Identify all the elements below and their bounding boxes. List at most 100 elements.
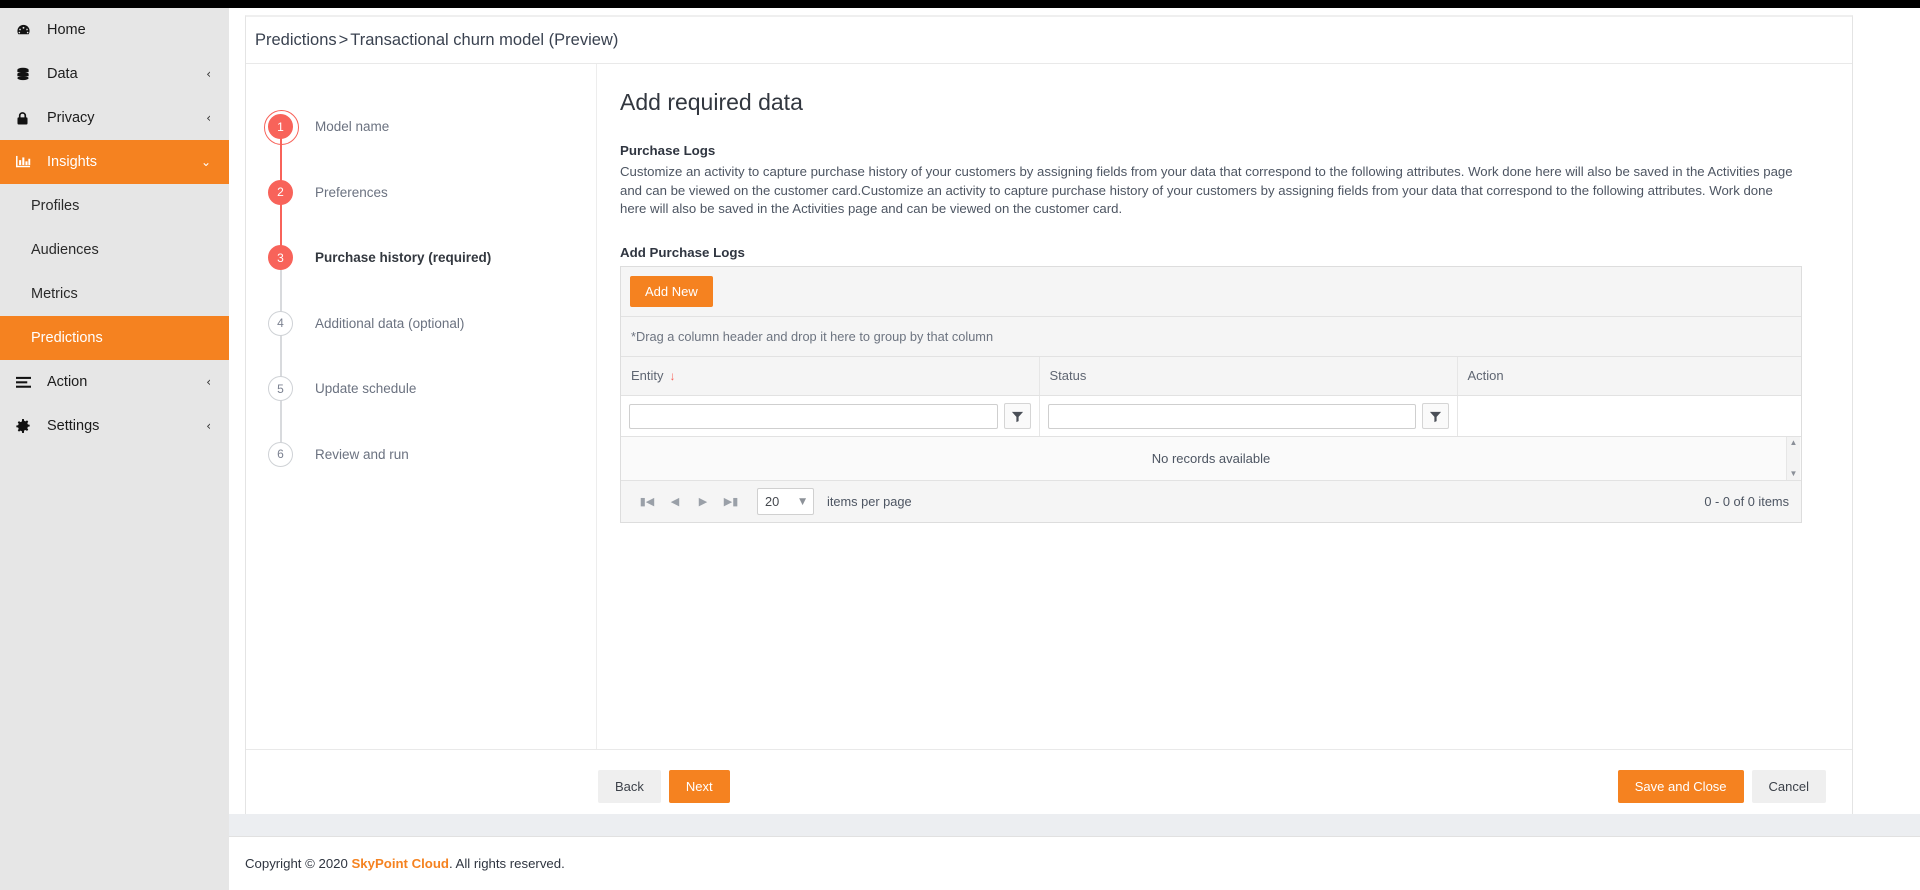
column-header-entity[interactable]: Entity ↓ <box>621 356 1040 396</box>
status-filter-input[interactable] <box>1047 403 1416 429</box>
database-icon <box>16 67 38 82</box>
sidebar-item-label: Action <box>47 374 88 390</box>
step-4-label: Additional data (optional) <box>315 315 465 331</box>
step-2[interactable]: 2 Preferences <box>246 160 596 226</box>
scroll-down-icon[interactable]: ▼ <box>1790 470 1798 478</box>
column-header-label: Entity <box>631 368 664 384</box>
step-3-label: Purchase history (required) <box>315 250 492 266</box>
filter-cell-entity <box>621 395 1040 437</box>
chart-bar-icon <box>16 155 38 169</box>
purchase-logs-grid: Add New *Drag a column header and drop i… <box>620 265 1802 523</box>
last-page-icon[interactable]: ▶▮ <box>717 490 745 514</box>
body-split: 1 Model name 2 Preferences 3 Purchase hi… <box>246 64 1852 749</box>
sidebar-item-predictions[interactable]: Predictions <box>0 316 229 360</box>
chevron-left-icon: ‹ <box>206 111 211 125</box>
footer-right-actions: Save and Close Cancel <box>1617 769 1826 803</box>
sidebar-item-audiences[interactable]: Audiences <box>0 228 229 272</box>
next-page-icon[interactable]: ▶ <box>689 490 717 514</box>
content-card: Predictions > Transactional churn model (P… <box>245 15 1853 823</box>
top-black-bar <box>0 0 1920 8</box>
footer-spacer-strip <box>229 814 1920 836</box>
funnel-icon <box>1429 411 1441 422</box>
list-icon <box>16 376 38 389</box>
funnel-icon <box>1011 411 1023 422</box>
step-6[interactable]: 6 Review and run <box>246 422 596 488</box>
save-and-close-button[interactable]: Save and Close <box>1617 769 1744 803</box>
page-size-value: 20 <box>765 494 780 509</box>
grid-table: Entity ↓ Status Action <box>621 356 1801 437</box>
step-4-circle: 4 <box>268 310 293 336</box>
grid-pager: ▮◀ ◀ ▶ ▶▮ 20 ▼ items per page 0 - 0 of 0… <box>621 481 1801 522</box>
skypoint-cloud-link[interactable]: SkyPoint Cloud <box>352 856 449 871</box>
breadcrumb: Predictions > Transactional churn model (P… <box>255 31 618 50</box>
panel: Add required data Purchase Logs Customiz… <box>597 64 1852 749</box>
copyright-suffix: . All rights reserved. <box>448 856 565 871</box>
breadcrumb-root[interactable]: Predictions <box>255 31 337 49</box>
step-number: 6 <box>277 447 284 462</box>
items-per-page-label: items per page <box>827 494 912 509</box>
sidebar-item-data[interactable]: Data ‹ <box>0 52 229 96</box>
first-page-icon[interactable]: ▮◀ <box>633 490 661 514</box>
cancel-button[interactable]: Cancel <box>1751 769 1826 803</box>
back-button[interactable]: Back <box>598 769 661 803</box>
column-header-action[interactable]: Action <box>1457 356 1801 396</box>
page-footer: Copyright © 2020 SkyPoint Cloud. All rig… <box>229 836 1920 890</box>
step-2-circle: 2 <box>268 179 293 205</box>
sidebar-item-privacy[interactable]: Privacy ‹ <box>0 96 229 140</box>
filter-cell-action <box>1457 395 1801 437</box>
app-root: Home Data ‹ Privacy ‹ Insights ⌄ Profile… <box>0 0 1920 890</box>
prev-page-icon[interactable]: ◀ <box>661 490 689 514</box>
step-6-circle: 6 <box>268 441 293 467</box>
chevron-left-icon: ‹ <box>206 67 211 81</box>
sidebar-item-label: Home <box>47 22 86 38</box>
step-2-label: Preferences <box>315 184 388 200</box>
wizard-stepper: 1 Model name 2 Preferences 3 Purchase hi… <box>246 64 597 749</box>
gear-icon <box>16 419 38 433</box>
step-5-circle: 5 <box>268 376 293 402</box>
next-button[interactable]: Next <box>668 769 730 803</box>
column-header-status[interactable]: Status <box>1039 356 1458 396</box>
entity-filter-input[interactable] <box>629 403 998 429</box>
group-drop-area[interactable]: *Drag a column header and drop it here t… <box>621 316 1801 357</box>
lock-icon <box>16 111 38 126</box>
status-filter-button[interactable] <box>1421 403 1449 429</box>
chevron-left-icon: ‹ <box>206 375 211 389</box>
chevron-down-icon: ⌄ <box>200 155 211 169</box>
sidebar-item-action[interactable]: Action ‹ <box>0 360 229 404</box>
purchase-logs-description: Customize an activity to capture purchas… <box>620 164 1793 216</box>
sidebar-item-label: Settings <box>47 418 100 434</box>
grid-header-row: Entity ↓ Status Action <box>621 356 1801 396</box>
sidebar-item-metrics[interactable]: Metrics <box>0 272 229 316</box>
breadcrumb-bar: Predictions > Transactional churn model (P… <box>246 17 1852 64</box>
sidebar-item-insights[interactable]: Insights ⌄ <box>0 140 229 184</box>
sidebar-subitem-label: Profiles <box>31 198 80 214</box>
breadcrumb-current: Transactional churn model (Preview) <box>350 30 619 49</box>
scroll-up-icon[interactable]: ▲ <box>1790 439 1798 447</box>
copyright-prefix: Copyright © 2020 <box>245 856 348 871</box>
step-5-label: Update schedule <box>315 381 417 397</box>
step-3[interactable]: 3 Purchase history (required) <box>246 225 596 291</box>
sidebar-subitem-label: Metrics <box>31 286 78 302</box>
page-title: Add required data <box>620 89 803 115</box>
page-size-select[interactable]: 20 ▼ <box>757 488 814 515</box>
wizard-footer: Back Next Save and Close Cancel <box>246 749 1852 822</box>
sidebar-subitem-label: Audiences <box>31 242 99 258</box>
grid-vertical-scrollbar[interactable]: ▲ ▼ <box>1786 437 1800 480</box>
grid-empty-row: No records available ▲ ▼ <box>621 437 1801 481</box>
sidebar-item-label: Insights <box>47 154 97 170</box>
add-new-button[interactable]: Add New <box>630 275 713 307</box>
sidebar-item-home[interactable]: Home <box>0 8 229 52</box>
entity-filter-button[interactable] <box>1003 403 1031 429</box>
sidebar-item-profiles[interactable]: Profiles <box>0 184 229 228</box>
dashboard-icon <box>16 23 38 38</box>
sidebar-item-settings[interactable]: Settings ‹ <box>0 404 229 448</box>
grid-filter-row <box>621 395 1801 437</box>
sidebar: Home Data ‹ Privacy ‹ Insights ⌄ Profile… <box>0 8 229 890</box>
main-region: Predictions > Transactional churn model (P… <box>229 8 1920 890</box>
grid-empty-message: No records available <box>1151 451 1271 466</box>
step-5[interactable]: 5 Update schedule <box>246 356 596 422</box>
sidebar-item-label: Data <box>47 66 78 82</box>
step-4[interactable]: 4 Additional data (optional) <box>246 291 596 357</box>
chevron-down-icon: ▼ <box>799 496 806 507</box>
step-1[interactable]: 1 Model name <box>246 94 596 160</box>
